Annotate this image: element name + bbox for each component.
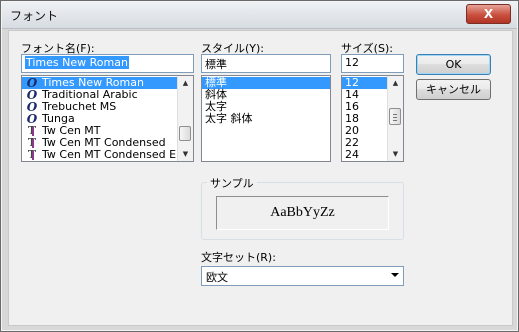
scroll-thumb[interactable] — [179, 126, 191, 141]
style-input-value: 標準 — [205, 58, 227, 71]
list-item[interactable]: T Tw Cen MT Condensed E: — [22, 149, 193, 161]
size-input-value: 12 — [345, 56, 359, 69]
scroll-down-arrow-icon[interactable]: ▼ — [388, 147, 403, 161]
scroll-up-arrow-icon[interactable]: ▲ — [178, 76, 193, 90]
font-name-input[interactable]: Times New Roman — [21, 54, 194, 73]
font-name-list[interactable]: O Times New Roman O Traditional Arabic O Treb… — [21, 75, 194, 162]
scroll-thumb-grip-icon — [393, 113, 397, 121]
charset-select-value: 欧文 — [206, 271, 228, 284]
charset-label: 文字セット(R): — [201, 251, 276, 264]
style-input[interactable]: 標準 — [201, 54, 331, 73]
truetype-icon: T — [27, 148, 37, 161]
charset-select[interactable]: 欧文 — [201, 266, 404, 286]
font-list-scrollbar[interactable]: ▲ ▼ — [177, 76, 193, 161]
title-bar[interactable]: フォント X — [2, 2, 517, 29]
scroll-thumb[interactable] — [389, 108, 401, 125]
font-dialog-window: フォント X フォント名(F): Times New Roman O Times … — [0, 0, 519, 332]
close-button[interactable]: X — [466, 4, 511, 24]
size-list[interactable]: 12 14 16 18 20 22 24 ▲ ▼ — [341, 75, 404, 162]
font-name-input-value: Times New Roman — [25, 56, 129, 69]
scroll-down-arrow-icon[interactable]: ▼ — [178, 147, 193, 161]
sample-preview: AaBbYyZz — [216, 196, 389, 230]
ok-button[interactable]: OK — [416, 54, 491, 75]
scroll-up-arrow-icon[interactable]: ▲ — [388, 76, 403, 90]
close-icon: X — [483, 7, 494, 21]
font-name-list-items: O Times New Roman O Traditional Arabic O Treb… — [22, 76, 193, 161]
sample-text: AaBbYyZz — [270, 205, 335, 220]
ok-button-label: OK — [445, 58, 462, 71]
style-list[interactable]: 標準 斜体 太字 太字 斜体 — [201, 75, 331, 162]
window-title: フォント — [10, 9, 59, 23]
list-item-label: Tw Cen MT Condensed E: — [42, 148, 180, 161]
list-item[interactable]: 太字 斜体 — [202, 113, 330, 125]
list-item-label: 太字 斜体 — [205, 112, 253, 125]
chevron-down-icon[interactable] — [391, 273, 399, 277]
cancel-button[interactable]: キャンセル — [416, 79, 491, 100]
sample-caption: サンプル — [207, 175, 257, 191]
list-item-label: 24 — [345, 148, 359, 161]
style-list-items: 標準 斜体 太字 太字 斜体 — [202, 76, 330, 125]
size-input[interactable]: 12 — [341, 54, 404, 73]
dialog-client-area: フォント名(F): Times New Roman O Times New Rom… — [8, 30, 513, 326]
cancel-button-label: キャンセル — [426, 83, 481, 96]
size-list-scrollbar[interactable]: ▲ ▼ — [387, 76, 403, 161]
